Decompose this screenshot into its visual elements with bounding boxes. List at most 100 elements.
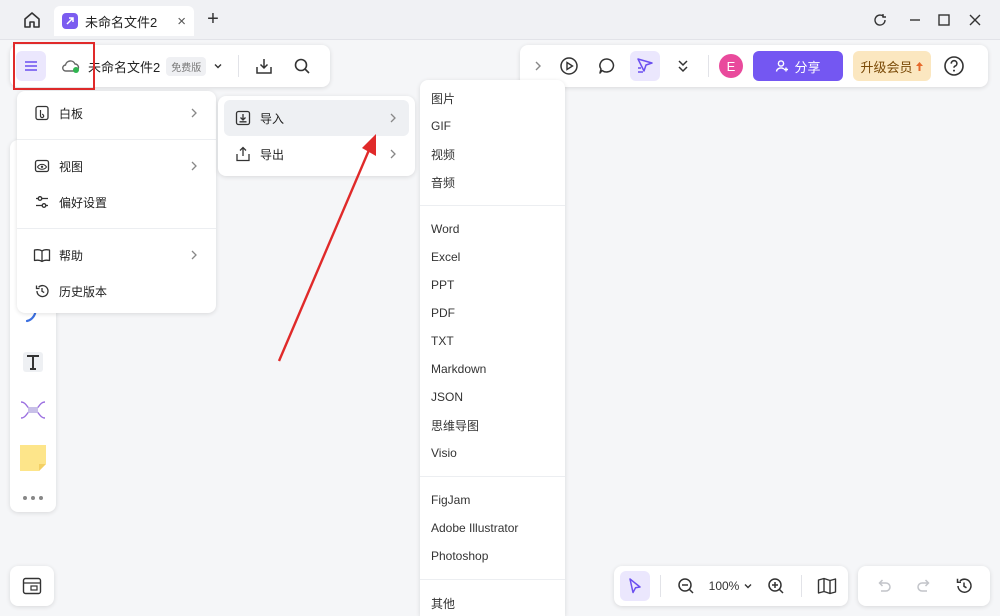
undo-icon[interactable] [869, 571, 899, 601]
chevron-right-icon [191, 108, 197, 118]
redo-icon[interactable] [909, 571, 939, 601]
menu-divider [420, 205, 565, 206]
import-image[interactable]: 图片 [420, 84, 565, 112]
export-icon [234, 145, 252, 163]
import-audio[interactable]: 音频 [420, 168, 565, 196]
menu-item-history[interactable]: 历史版本 [23, 273, 210, 309]
map-icon[interactable] [812, 571, 842, 601]
import-video[interactable]: 视频 [420, 140, 565, 168]
add-user-icon [776, 60, 789, 72]
import-mindmap[interactable]: 思维导图 [420, 411, 565, 439]
main-menu: 白板 视图 偏好设置 帮助 历史版本 [17, 91, 216, 313]
maximize-icon[interactable] [933, 9, 955, 31]
document-tab[interactable]: 未命名文件2 × [54, 6, 194, 36]
menu-divider [420, 579, 565, 580]
chevron-down-icon[interactable] [210, 58, 226, 74]
share-button[interactable]: 分享 [753, 51, 843, 81]
chevron-down-icon [744, 584, 752, 589]
import-ppt[interactable]: PPT [420, 271, 565, 299]
tab-close-icon[interactable]: × [177, 13, 186, 30]
connector-tool-icon[interactable] [18, 395, 48, 425]
play-presentation-icon[interactable] [554, 51, 584, 81]
new-tab-button[interactable]: + [203, 8, 223, 30]
search-icon[interactable] [287, 51, 317, 81]
divider [708, 55, 709, 77]
divider [659, 575, 661, 597]
import-word[interactable]: Word [420, 215, 565, 243]
home-icon[interactable] [20, 8, 44, 32]
import-markdown[interactable]: Markdown [420, 355, 565, 383]
top-right-toolbar: E 分享 升级会员 [520, 45, 988, 87]
close-window-icon[interactable] [964, 9, 986, 31]
double-chevron-down-icon[interactable] [668, 51, 698, 81]
app-logo-icon [62, 13, 78, 29]
import-txt[interactable]: TXT [420, 327, 565, 355]
import-visio[interactable]: Visio [420, 439, 565, 467]
more-tools-icon[interactable] [18, 483, 48, 513]
menu-item-label: 帮助 [59, 248, 84, 263]
chevron-right-icon [390, 149, 396, 159]
minimap-icon [22, 577, 42, 595]
divider [238, 55, 240, 77]
upgrade-button[interactable]: 升级会员 [853, 51, 931, 81]
chevron-right-icon [191, 250, 197, 260]
minimap-button[interactable] [10, 566, 54, 606]
arrow-up-icon [915, 61, 923, 71]
sticky-note-icon[interactable] [18, 443, 48, 473]
import-illustrator[interactable]: Adobe Illustrator [420, 514, 565, 542]
history-toolbar [858, 566, 990, 606]
history-icon[interactable] [949, 571, 979, 601]
import-excel[interactable]: Excel [420, 243, 565, 271]
chevron-right-icon [390, 113, 396, 123]
plan-badge: 免费版 [166, 56, 207, 76]
chevron-right-icon [191, 161, 197, 171]
document-name[interactable]: 未命名文件2 [88, 57, 160, 76]
chevron-right-icon[interactable] [528, 51, 548, 81]
annotation-highlight-box [13, 42, 95, 90]
menu-divider [420, 476, 565, 477]
comment-icon[interactable] [592, 51, 622, 81]
select-tool-icon[interactable] [620, 571, 650, 601]
text-tool-icon[interactable] [18, 347, 48, 377]
import-other[interactable]: 其他 [420, 589, 565, 616]
share-label: 分享 [794, 59, 821, 75]
menu-item-help[interactable]: 帮助 [23, 237, 210, 273]
zoom-out-icon[interactable] [671, 571, 701, 601]
menu-item-label: 视图 [59, 159, 84, 174]
zoom-level-dropdown[interactable]: 100% [709, 579, 754, 593]
zoom-in-icon[interactable] [761, 571, 791, 601]
tab-title: 未命名文件2 [85, 14, 158, 30]
zoom-toolbar: 100% [614, 566, 848, 606]
book-icon [33, 246, 51, 264]
import-gif[interactable]: GIF [420, 112, 565, 140]
eye-icon [33, 157, 51, 175]
import-menu: 图片 GIF 视频 音频 Word Excel PPT PDF TXT Mark… [420, 80, 565, 616]
import-icon [234, 109, 252, 127]
submenu-item-label: 导入 [260, 111, 285, 126]
refresh-icon[interactable] [869, 9, 891, 31]
whiteboard-icon [33, 104, 51, 122]
menu-divider [17, 228, 216, 229]
annotation-arrow [277, 134, 376, 362]
menu-divider [17, 139, 216, 140]
import-photoshop[interactable]: Photoshop [420, 542, 565, 570]
zoom-level: 100% [708, 579, 740, 593]
avatar[interactable]: E [719, 54, 743, 78]
minimize-icon[interactable] [904, 9, 926, 31]
menu-item-label: 历史版本 [59, 284, 108, 299]
cursor-follow-icon[interactable] [630, 51, 660, 81]
menu-item-label: 偏好设置 [59, 195, 108, 210]
import-figjam[interactable]: FigJam [420, 486, 565, 514]
divider [801, 575, 803, 597]
import-json[interactable]: JSON [420, 383, 565, 411]
menu-item-preferences[interactable]: 偏好设置 [23, 184, 210, 220]
sliders-icon [33, 193, 51, 211]
menu-item-whiteboard[interactable]: 白板 [23, 95, 210, 131]
upgrade-label: 升级会员 [860, 59, 913, 75]
history-icon [33, 282, 51, 300]
help-icon[interactable] [939, 51, 969, 81]
download-icon[interactable] [249, 51, 279, 81]
menu-item-label: 白板 [59, 106, 84, 121]
menu-item-view[interactable]: 视图 [23, 148, 210, 184]
import-pdf[interactable]: PDF [420, 299, 565, 327]
